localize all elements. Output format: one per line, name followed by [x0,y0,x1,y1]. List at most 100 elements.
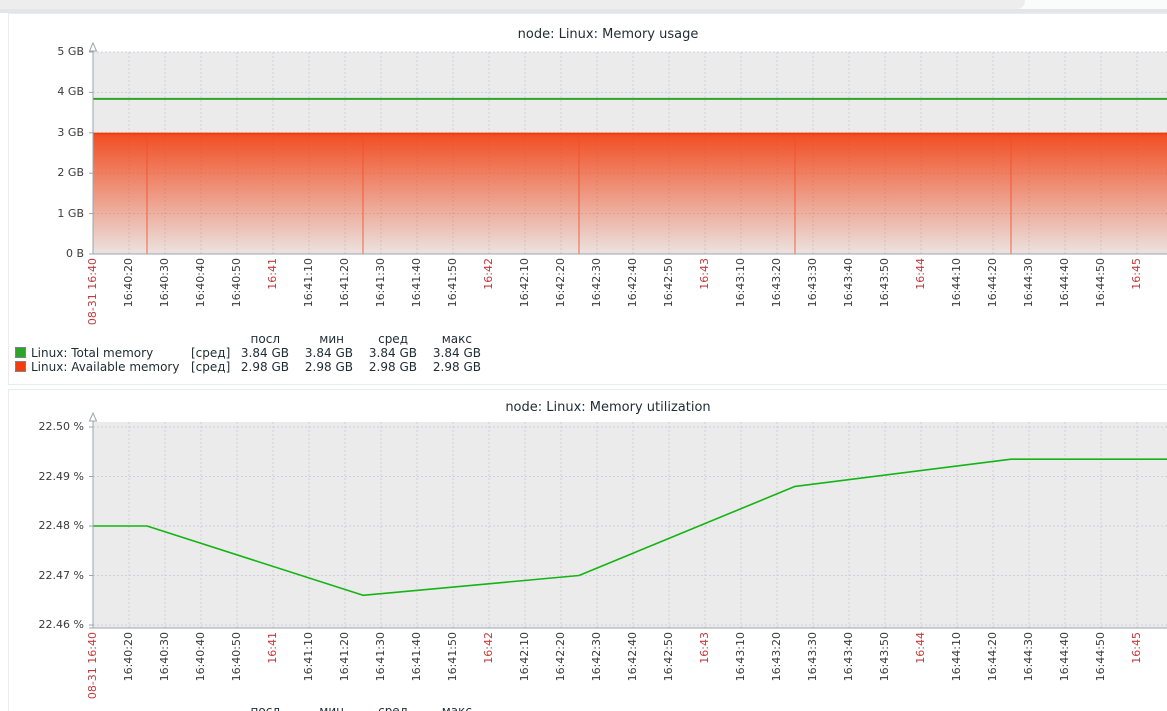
x-axis-label: 16:44:40 [1059,258,1071,307]
legend-column-header: посл [231,332,289,346]
zabbix-dashboard-screen: node: Linux: Memory usage 5 GB4 GB3 GB2 … [0,0,1167,711]
legend-column-header: сред [353,704,417,711]
legend-value: 2.98 GB [231,360,289,374]
y-axis-label: 2 GB [14,166,84,179]
x-axis-label: 16:43:20 [771,258,783,307]
x-axis-label: 08-31 16:40 [87,632,99,699]
x-axis-label: 16:41:20 [339,258,351,307]
x-axis-label: 16:42:10 [519,258,531,307]
x-axis-label: 16:44:10 [951,258,963,307]
x-axis-label: 16:43:40 [843,258,855,307]
x-axis-label: 16:44 [915,632,927,664]
x-axis-label: 16:40:40 [195,258,207,307]
legend-value: 3.84 GB [417,346,481,360]
x-axis-label: 16:42:40 [627,632,639,681]
x-axis-label: 16:42:20 [555,632,567,681]
x-axis-label: 16:44 [915,258,927,290]
y-axis-label: 1 GB [14,207,84,220]
graph-legend: послминсредмаксLinux: Total memory[сред]… [15,332,481,374]
legend-swatch [15,361,26,372]
legend-value: 3.84 GB [353,346,417,360]
x-axis-label: 16:40:30 [159,258,171,307]
y-axis-label: 3 GB [14,126,84,139]
browser-tab-remnant [0,0,1025,9]
x-axis-label: 08-31 16:40 [87,258,99,325]
legend-spacer [31,332,191,346]
x-axis-label: 16:40:30 [159,632,171,681]
legend-swatch-cell [15,346,31,360]
x-axis-label: 16:43:40 [843,632,855,681]
y-axis-label: 22.50 % [14,420,84,433]
legend-spacer [191,704,231,711]
legend-column-header: макс [417,332,481,346]
x-axis-label: 16:44:20 [987,632,999,681]
legend-series-label: Linux: Total memory [31,346,191,360]
x-axis-label: 16:44:30 [1023,632,1035,681]
x-axis-label: 16:41:30 [375,632,387,681]
x-axis-label: 16:42:30 [591,632,603,681]
legend-column-header: макс [417,704,481,711]
legend-series-label: Linux: Available memory [31,360,191,374]
memory-usage-graph-widget: node: Linux: Memory usage 5 GB4 GB3 GB2 … [8,13,1167,385]
x-axis-label: 16:43:30 [807,258,819,307]
x-axis-label: 16:41 [267,258,279,290]
legend-function-label: [сред] [191,360,231,374]
x-axis-label: 16:40:20 [123,258,135,307]
chart-canvas[interactable] [9,14,1167,384]
legend-column-header: мин [289,704,353,711]
x-axis-label: 16:40:40 [195,632,207,681]
x-axis-label: 16:41:40 [411,632,423,681]
x-axis-label: 16:42:30 [591,258,603,307]
x-axis-label: 16:44:30 [1023,258,1035,307]
x-axis-label: 16:40:50 [231,632,243,681]
legend-column-header: сред [353,332,417,346]
x-axis-label: 16:42:10 [519,632,531,681]
x-axis-label: 16:41:10 [303,632,315,681]
y-axis-arrow-icon [90,43,97,51]
y-axis-label: 22.47 % [14,569,84,582]
x-axis-label: 16:44:40 [1059,632,1071,681]
x-axis-label: 16:43:20 [771,632,783,681]
available-memory-area [93,134,1167,254]
x-axis-label: 16:43 [699,632,711,664]
plot-background [93,422,1167,628]
x-axis-label: 16:41 [267,632,279,664]
x-axis-label: 16:43:10 [735,258,747,307]
legend-spacer [15,704,31,711]
legend-value: 2.98 GB [417,360,481,374]
x-axis-label: 16:41:50 [447,258,459,307]
x-axis-label: 16:43:30 [807,632,819,681]
x-axis-label: 16:44:50 [1095,258,1107,307]
legend-value: 2.98 GB [353,360,417,374]
y-axis-label: 22.46 % [14,618,84,631]
legend-swatch [15,347,26,358]
y-axis-label: 4 GB [14,85,84,98]
browser-chrome-strip [0,0,1167,13]
y-axis-label: 22.49 % [14,470,84,483]
x-axis-label: 16:43:50 [879,258,891,307]
graph-legend: послминсредмакс [15,704,481,711]
x-axis-label: 16:44:20 [987,258,999,307]
x-axis-label: 16:41:40 [411,258,423,307]
memory-utilization-graph-widget: node: Linux: Memory utilization 22.50 %2… [8,389,1167,711]
legend-value: 2.98 GB [289,360,353,374]
legend-spacer [191,332,231,346]
x-axis-label: 16:41:10 [303,258,315,307]
x-axis-label: 16:42:50 [663,258,675,307]
x-axis-label: 16:44:10 [951,632,963,681]
x-axis-label: 16:41:20 [339,632,351,681]
x-axis-label: 16:43:50 [879,632,891,681]
legend-spacer [31,704,191,711]
x-axis-label: 16:43:10 [735,632,747,681]
legend-spacer [15,332,31,346]
legend-value: 3.84 GB [289,346,353,360]
x-axis-label: 16:41:30 [375,258,387,307]
y-axis-arrow-icon [90,413,97,421]
x-axis-label: 16:42 [483,258,495,290]
y-axis-label: 0 B [14,247,84,260]
x-axis-label: 16:42:20 [555,258,567,307]
legend-function-label: [сред] [191,346,231,360]
x-axis-label: 16:42:50 [663,632,675,681]
x-axis-label: 16:41:50 [447,632,459,681]
x-axis-label: 16:44:50 [1095,632,1107,681]
